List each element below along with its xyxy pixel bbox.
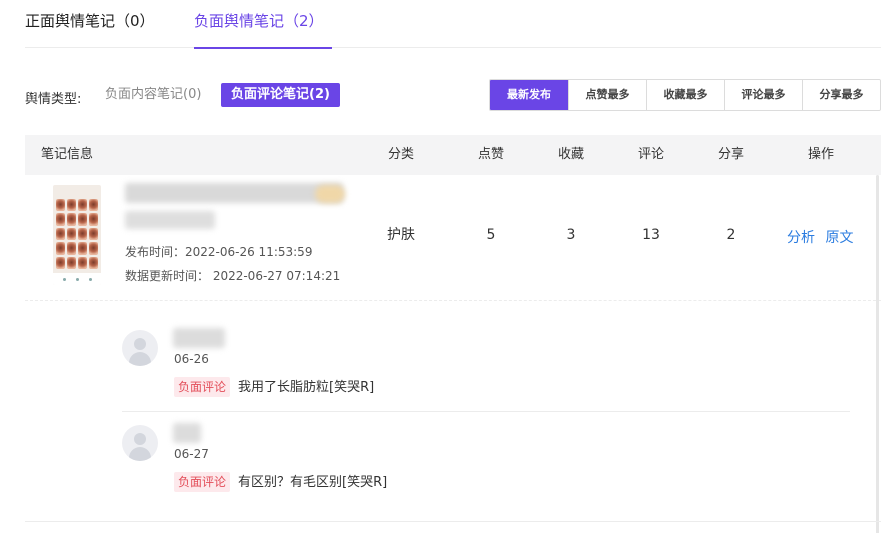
comment-item: 06-27 负面评论 有区别？有毛区别[笑哭R] — [122, 413, 850, 509]
avatar-body-icon — [129, 352, 151, 366]
cell-likes: 5 — [486, 227, 496, 243]
comment-date: 06-27 — [174, 447, 209, 461]
tab-positive-notes[interactable]: 正面舆情笔记（0） — [25, 10, 155, 48]
data-update-time: 数据更新时间： 2022-06-27 07:14:21 — [125, 269, 341, 283]
header-category: 分类 — [387, 147, 414, 162]
thumbnail-dot-icon — [89, 278, 92, 281]
avatar-body-icon — [129, 447, 151, 461]
thumbnail-image-grid — [56, 199, 98, 269]
comment-content: 负面评论 有区别？有毛区别[笑哭R] — [174, 471, 387, 492]
analyze-link[interactable]: 分析 — [787, 230, 815, 246]
avatar-head-icon — [134, 433, 146, 445]
thumbnail-dot-icon — [63, 278, 66, 281]
comment-date: 06-26 — [174, 352, 209, 366]
avatar — [122, 330, 158, 366]
cell-comments: 13 — [642, 227, 660, 243]
negative-comment-badge: 负面评论 — [174, 472, 231, 492]
note-title-blurred[interactable] — [125, 183, 343, 203]
comment-item: 06-26 负面评论 我用了长脂肪粒[笑哭R] — [122, 318, 850, 412]
sort-most-likes-button[interactable]: 点赞最多 — [568, 80, 646, 110]
cell-collects: 3 — [566, 227, 576, 243]
filter-negative-comment-notes[interactable]: 负面评论笔记(2) — [221, 83, 340, 107]
comment-text: 有区别？有毛区别[笑哭R] — [238, 475, 388, 490]
avatar — [122, 425, 158, 461]
table-row: 发布时间：2022-06-26 11:53:59 数据更新时间： 2022-06… — [25, 175, 881, 301]
sort-button-group: 最新发布 点赞最多 收藏最多 评论最多 分享最多 — [489, 79, 881, 111]
cell-shares: 2 — [726, 227, 736, 243]
publish-time: 发布时间：2022-06-26 11:53:59 — [125, 245, 313, 259]
negative-comment-badge: 负面评论 — [174, 377, 231, 397]
sort-most-comments-button[interactable]: 评论最多 — [724, 80, 802, 110]
header-actions: 操作 — [807, 147, 834, 162]
sentiment-tabs: 正面舆情笔记（0） 负面舆情笔记（2） — [25, 0, 881, 49]
cell-category: 护肤 — [387, 227, 415, 243]
tab-negative-notes[interactable]: 负面舆情笔记（2） — [194, 10, 332, 49]
commenter-name-blurred — [173, 423, 201, 443]
header-note-info: 笔记信息 — [41, 147, 94, 162]
note-author-blurred — [125, 211, 215, 229]
sentiment-type-label: 舆情类型: — [25, 92, 82, 107]
header-comments: 评论 — [637, 147, 664, 162]
original-link[interactable]: 原文 — [825, 230, 853, 246]
divider — [25, 521, 881, 522]
comment-content: 负面评论 我用了长脂肪粒[笑哭R] — [174, 376, 374, 397]
commenter-name-blurred — [173, 328, 225, 348]
comment-text: 我用了长脂肪粒[笑哭R] — [238, 380, 375, 395]
note-thumbnail[interactable] — [53, 185, 101, 285]
header-shares: 分享 — [717, 147, 744, 162]
thumbnail-dot-icon — [76, 278, 79, 281]
sort-most-shares-button[interactable]: 分享最多 — [802, 80, 880, 110]
sort-latest-button[interactable]: 最新发布 — [490, 80, 568, 110]
sort-most-collects-button[interactable]: 收藏最多 — [646, 80, 724, 110]
header-collects: 收藏 — [557, 147, 584, 162]
avatar-head-icon — [134, 338, 146, 350]
filter-negative-content-notes[interactable]: 负面内容笔记(0) — [105, 83, 201, 107]
vertical-scrollbar[interactable] — [876, 175, 879, 533]
note-title-emoji-blurred — [315, 185, 345, 203]
header-likes: 点赞 — [477, 147, 504, 162]
row-actions: 分析 原文 — [787, 227, 859, 247]
table-header: 笔记信息 分类 点赞 收藏 评论 分享 操作 — [25, 135, 881, 175]
